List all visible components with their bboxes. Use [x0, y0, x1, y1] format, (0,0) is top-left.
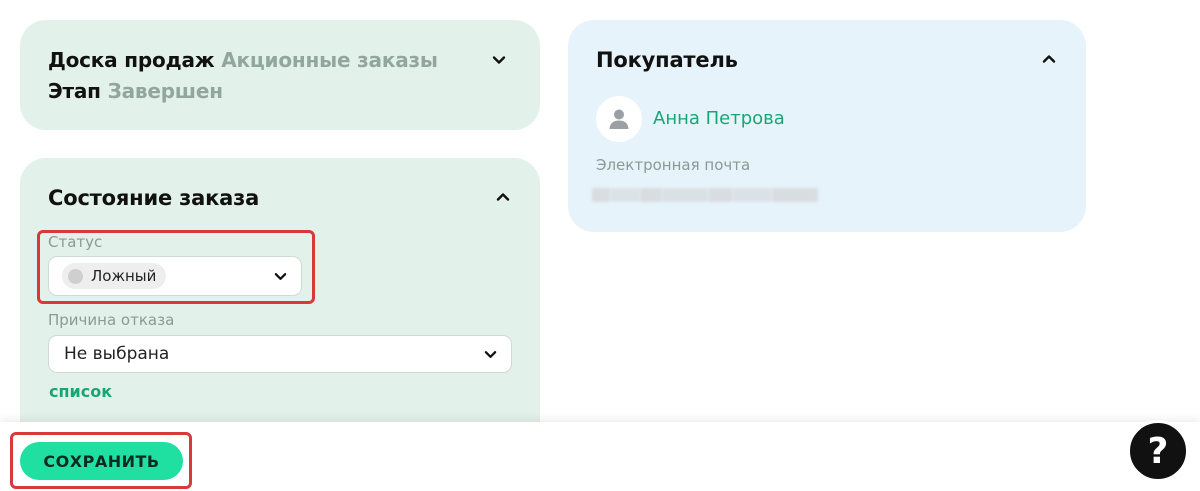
status-value: Ложный [91, 267, 157, 285]
chevron-up-icon[interactable] [1038, 48, 1060, 70]
sales-board-card: Доска продаж Акционные заказы Этап Завер… [20, 20, 540, 130]
status-pill: Ложный [62, 263, 167, 289]
order-state-card: Состояние заказа Статус Ложный Причина о… [20, 158, 540, 458]
chevron-up-icon[interactable] [492, 186, 514, 208]
save-button[interactable]: СОХРАНИТЬ [20, 442, 183, 480]
email-label: Электронная почта [596, 156, 751, 174]
sales-board-value: Акционные заказы [221, 48, 438, 72]
reason-select[interactable]: Не выбрана [48, 335, 512, 373]
stage-label: Этап [48, 79, 101, 103]
status-dot-icon [68, 268, 83, 284]
order-state-title: Состояние заказа [48, 186, 260, 210]
user-icon [609, 109, 629, 129]
chevron-down-icon [273, 269, 287, 283]
sales-board-label: Доска продаж [48, 48, 215, 72]
buyer-title: Покупатель [596, 48, 738, 72]
stage-line: Этап Завершен [48, 79, 223, 103]
reason-label: Причина отказа [48, 311, 175, 329]
chevron-down-icon [483, 347, 497, 361]
status-select[interactable]: Ложный [48, 256, 302, 296]
chevron-down-icon[interactable] [488, 49, 510, 71]
stage-value: Завершен [107, 79, 223, 103]
sales-board-line: Доска продаж Акционные заказы [48, 48, 438, 72]
reason-value: Не выбрана [64, 344, 170, 364]
avatar [596, 96, 642, 142]
buyer-name-link[interactable]: Анна Петрова [653, 108, 785, 129]
status-label: Статус [48, 233, 103, 251]
email-value-redacted [592, 184, 818, 206]
help-button[interactable]: ? [1127, 420, 1189, 482]
list-link[interactable]: список [49, 382, 112, 401]
